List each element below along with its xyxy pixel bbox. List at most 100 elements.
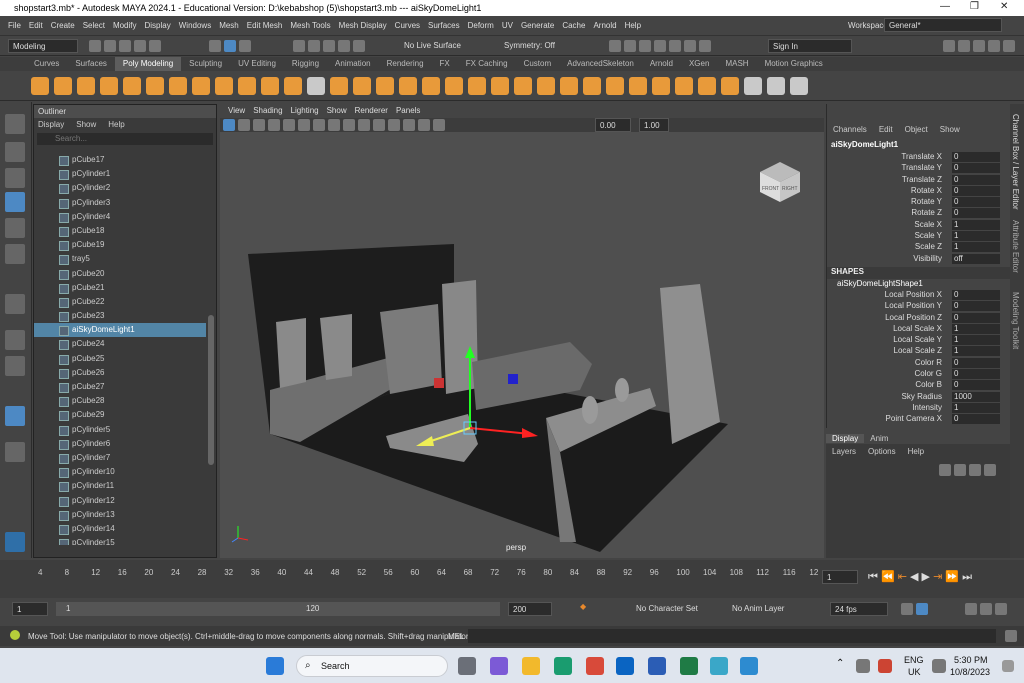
step-back-key-icon[interactable]: ⏪ xyxy=(881,571,895,583)
sweep-mesh-icon[interactable] xyxy=(238,76,256,95)
move-tool-icon[interactable] xyxy=(5,192,25,212)
auto-key-icon[interactable]: ◆ xyxy=(580,602,586,611)
bevel-icon[interactable] xyxy=(491,76,509,95)
scene-view[interactable]: FRONT RIGHT persp xyxy=(220,132,824,558)
current-frame-field[interactable]: 1 xyxy=(822,570,858,584)
time-slider[interactable]: 4 8 12 16 20 24 28 32 36 40 44 48 52 56 60 64 68 72 76 80 84… xyxy=(0,560,1024,598)
cb-attr-value[interactable]: 0 xyxy=(952,174,1000,185)
circularize-icon[interactable] xyxy=(675,76,693,95)
range-inner-end[interactable]: 120 xyxy=(306,604,319,613)
cb-attr-row[interactable]: Scale Y 1 xyxy=(827,231,1010,242)
menu-cache[interactable]: Cache xyxy=(562,21,585,30)
cb-attr-value[interactable]: 0 xyxy=(952,208,1000,219)
outliner-item[interactable]: pCube25 xyxy=(34,352,206,366)
cb-attr-row[interactable]: Color G 0 xyxy=(827,369,1010,380)
shelf-tab-rigging[interactable]: Rigging xyxy=(284,57,327,71)
shelf-tab-arnold[interactable]: Arnold xyxy=(642,57,681,71)
gamma-field[interactable]: 1.00 xyxy=(639,118,669,132)
menu-mesh-display[interactable]: Mesh Display xyxy=(339,21,387,30)
append-polygon-icon[interactable] xyxy=(537,76,555,95)
paint-select-icon[interactable] xyxy=(5,168,25,188)
outlook-icon[interactable] xyxy=(616,657,634,675)
outliner-item[interactable]: pCylinder4 xyxy=(34,210,206,224)
outliner-item[interactable]: pCube28 xyxy=(34,394,206,408)
menu-edit[interactable]: Edit xyxy=(29,21,43,30)
target-weld-icon[interactable] xyxy=(583,76,601,95)
step-forward-icon[interactable]: ⇥ xyxy=(933,571,942,583)
clock-date[interactable]: 10/8/2023 xyxy=(950,667,990,677)
snap-view-icon[interactable] xyxy=(338,40,350,52)
prefs-icon[interactable] xyxy=(980,603,992,615)
shelf-tab-motion-graphics[interactable]: Motion Graphics xyxy=(757,57,831,71)
outliner-item[interactable]: pCube21 xyxy=(34,281,206,295)
character-set-select[interactable]: No Character Set xyxy=(636,604,698,613)
bookmark-icon[interactable] xyxy=(253,119,265,131)
menu-select[interactable]: Select xyxy=(83,21,105,30)
menu-file[interactable]: File xyxy=(8,21,21,30)
cb-attr-row[interactable]: Color B 0 xyxy=(827,380,1010,391)
outliner-item[interactable]: pCylinder15 xyxy=(34,536,206,545)
notifications-icon[interactable] xyxy=(1002,660,1014,672)
outliner-item[interactable]: pCube24 xyxy=(34,337,206,351)
cb-attr-row[interactable]: Rotate X 0 xyxy=(827,185,1010,197)
shelf-tab-curves[interactable]: Curves xyxy=(26,57,67,71)
render-settings-icon[interactable] xyxy=(654,40,666,52)
cb-attr-value[interactable]: 1 xyxy=(952,335,1000,346)
outliner-item[interactable]: pCube19 xyxy=(34,238,206,252)
outliner-item[interactable]: pCylinder2 xyxy=(34,181,206,195)
outliner-menu-help[interactable]: Help xyxy=(108,118,124,132)
menu-mesh[interactable]: Mesh xyxy=(219,21,239,30)
poly-plane-icon[interactable] xyxy=(146,76,164,95)
cb-attr-value[interactable]: 0 xyxy=(952,152,1000,162)
wireframe-icon[interactable] xyxy=(328,119,340,131)
cb-menu-edit[interactable]: Edit xyxy=(879,125,893,134)
cb-menu-show[interactable]: Show xyxy=(940,125,960,134)
menu-create[interactable]: Create xyxy=(51,21,75,30)
outliner-item[interactable]: aiSkyDomeLight1 xyxy=(34,323,206,338)
script-editor-icon[interactable] xyxy=(1005,630,1017,642)
insert-edge-loop-icon[interactable] xyxy=(606,76,624,95)
shelf-tab-animation[interactable]: Animation xyxy=(327,57,379,71)
snap-grid-icon[interactable] xyxy=(293,40,305,52)
anim-layer-select[interactable]: No Anim Layer xyxy=(732,604,784,613)
cb-attr-value[interactable]: 1 xyxy=(952,402,1000,413)
cb-attr-row[interactable]: Local Scale X 1 xyxy=(827,323,1010,335)
shelf-tab-advancedskeleton[interactable]: AdvancedSkeleton xyxy=(559,57,642,71)
menu-curves[interactable]: Curves xyxy=(395,21,420,30)
viewport-menu-renderer[interactable]: Renderer xyxy=(355,104,388,118)
cb-attr-value[interactable]: 1 xyxy=(952,219,1000,230)
outliner-item[interactable]: pCube23 xyxy=(34,309,206,323)
workspace-select[interactable]: General* xyxy=(884,18,1002,32)
outliner-item[interactable]: pCube27 xyxy=(34,380,206,394)
shadows-icon[interactable] xyxy=(388,119,400,131)
poly-torus-icon[interactable] xyxy=(123,76,141,95)
fps-select[interactable]: 24 fps xyxy=(830,602,888,616)
shelf-tab-surfaces[interactable]: Surfaces xyxy=(67,57,115,71)
outliner-item[interactable]: pCylinder13 xyxy=(34,508,206,522)
maya-taskbar-icon[interactable] xyxy=(740,657,758,675)
cb-shape-name[interactable]: aiSkyDomeLightShape1 xyxy=(827,279,1010,290)
cb-attr-row[interactable]: Scale Z 1 xyxy=(827,242,1010,253)
outliner-item[interactable]: pCylinder5 xyxy=(34,423,206,437)
outliner-scrollbar[interactable] xyxy=(208,315,214,465)
camera-attributes-icon[interactable] xyxy=(238,119,250,131)
mel-label[interactable]: MEL xyxy=(448,632,464,641)
cb-attr-row[interactable]: Local Position Z 0 xyxy=(827,312,1010,324)
mel-command-input[interactable] xyxy=(468,629,996,643)
snap-curve-icon[interactable] xyxy=(308,40,320,52)
clock-time[interactable]: 5:30 PM xyxy=(954,655,988,665)
xray-icon[interactable] xyxy=(433,119,445,131)
save-scene-icon[interactable] xyxy=(119,40,131,52)
viewport-menu-lighting[interactable]: Lighting xyxy=(291,104,319,118)
layer-tab-anim[interactable]: Anim xyxy=(864,434,894,443)
super-shape-icon[interactable] xyxy=(215,76,233,95)
four-pane-icon[interactable] xyxy=(5,356,25,376)
poly-disc-icon[interactable] xyxy=(169,76,187,95)
cb-attr-row[interactable]: Translate Y 0 xyxy=(827,163,1010,174)
cb-attr-row[interactable]: Local Scale Z 1 xyxy=(827,346,1010,357)
menu-uv[interactable]: UV xyxy=(502,21,513,30)
outliner-item[interactable]: pCube17 xyxy=(34,153,206,167)
open-scene-icon[interactable] xyxy=(104,40,116,52)
menu-generate[interactable]: Generate xyxy=(521,21,554,30)
cb-menu-object[interactable]: Object xyxy=(905,125,928,134)
